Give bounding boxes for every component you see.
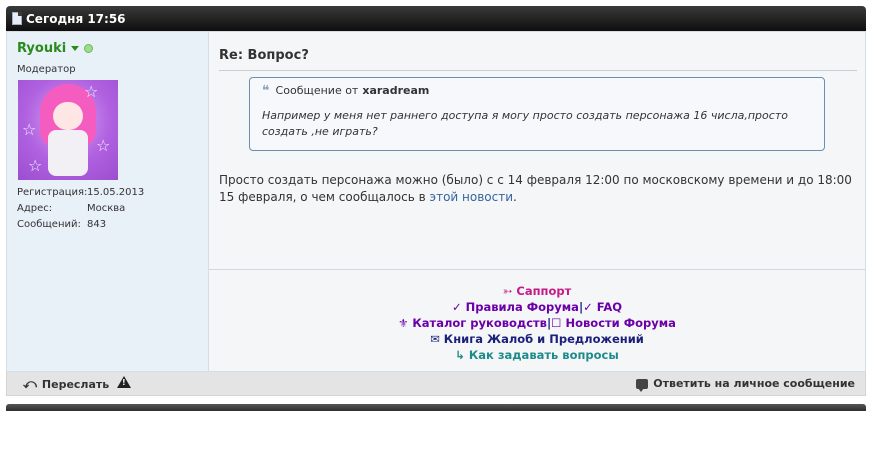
quote-prefix: Сообщение от (275, 84, 359, 97)
support-link[interactable]: ➳ Саппорт (503, 284, 572, 298)
quote-text: Например у меня нет раннего доступа я мо… (262, 109, 788, 138)
quote-block: ❝ Сообщение от xaradream Например у меня… (249, 77, 825, 151)
message-end: . (513, 190, 517, 204)
forward-button[interactable]: ⤺ Переслать (23, 377, 109, 392)
news-link[interactable]: этой новости (430, 190, 514, 204)
stat-value: 15.05.2013 (87, 187, 145, 198)
speech-bubble-icon (636, 378, 649, 392)
report-warning-icon[interactable]: ! (117, 376, 131, 388)
stat-posts: Сообщений: 843 (17, 217, 144, 233)
stat-registration: Регистрация: 15.05.2013 (17, 185, 144, 201)
stat-address: Адрес: Москва (17, 201, 144, 217)
post-date: Сегодня 17:56 (26, 11, 126, 26)
quote-header: ❝ Сообщение от xaradream (262, 82, 430, 99)
reply-private-label: Ответить на личное сообщение (653, 377, 855, 390)
post-content: Re: Вопрос? ❝ Сообщение от xaradream Нап… (209, 32, 865, 371)
user-title: Модератор (17, 64, 76, 75)
star-icon: ☆ (96, 136, 111, 155)
star-icon: ☆ (84, 82, 99, 101)
complaints-book-link[interactable]: ✉ Книга Жалоб и Предложений (430, 332, 644, 346)
post-document-icon (12, 12, 22, 25)
stat-label: Регистрация: (17, 187, 88, 198)
username-row[interactable]: Ryouki (17, 41, 94, 56)
next-post-header (6, 404, 866, 411)
signature: ➳ Саппорт ✓ Правила Форума|✓ FAQ ⚜ Катал… (209, 283, 865, 363)
guides-catalog-link[interactable]: ⚜ Каталог руководств (398, 316, 547, 330)
username-link[interactable]: Ryouki (17, 41, 66, 56)
title-divider (219, 70, 857, 71)
user-info-panel: Ryouki Модератор ☆ ☆ ☆ ☆ Регистрация: 15… (7, 32, 209, 371)
rules-link[interactable]: ✓ Правила Форума (452, 300, 579, 314)
quote-author: xaradream (362, 84, 430, 97)
post-footer: ⤺ Переслать ! Ответить на личное сообщен… (6, 372, 866, 396)
forward-arrow-icon: ⤺ (23, 377, 37, 392)
stat-label: Сообщений: (17, 219, 81, 230)
stat-label: Адрес: (17, 203, 53, 214)
avatar[interactable]: ☆ ☆ ☆ ☆ (18, 80, 118, 180)
how-to-ask-link[interactable]: ↳ Как задавать вопросы (455, 348, 619, 362)
faq-link[interactable]: ✓ FAQ (583, 300, 622, 314)
quote-icon: ❝ (262, 82, 270, 99)
reply-private-button[interactable]: Ответить на личное сообщение (636, 377, 855, 392)
post-header: Сегодня 17:56 (6, 6, 866, 31)
star-icon: ☆ (22, 120, 37, 139)
message-text: Просто создать персонажа можно (было) с … (219, 172, 859, 206)
stat-value: 843 (87, 219, 107, 230)
message-body: Просто создать персонажа можно (было) с … (219, 173, 852, 204)
post-body: Ryouki Модератор ☆ ☆ ☆ ☆ Регистрация: 15… (6, 31, 866, 372)
avatar-body (48, 130, 88, 176)
avatar-face (53, 102, 83, 130)
forum-news-link[interactable]: ☐ Новости Форума (551, 316, 676, 330)
forward-label: Переслать (41, 378, 110, 391)
stat-value: Москва (87, 203, 126, 214)
post-title: Re: Вопрос? (219, 48, 309, 63)
user-menu-chevron-down-icon[interactable] (71, 46, 80, 51)
forum-post: Сегодня 17:56 Ryouki Модератор ☆ ☆ ☆ ☆ Р… (6, 6, 866, 398)
online-status-icon (84, 44, 94, 53)
signature-divider (209, 269, 865, 270)
star-icon: ☆ (28, 156, 43, 175)
user-stats: Регистрация: 15.05.2013 Адрес: Москва Со… (17, 185, 144, 233)
